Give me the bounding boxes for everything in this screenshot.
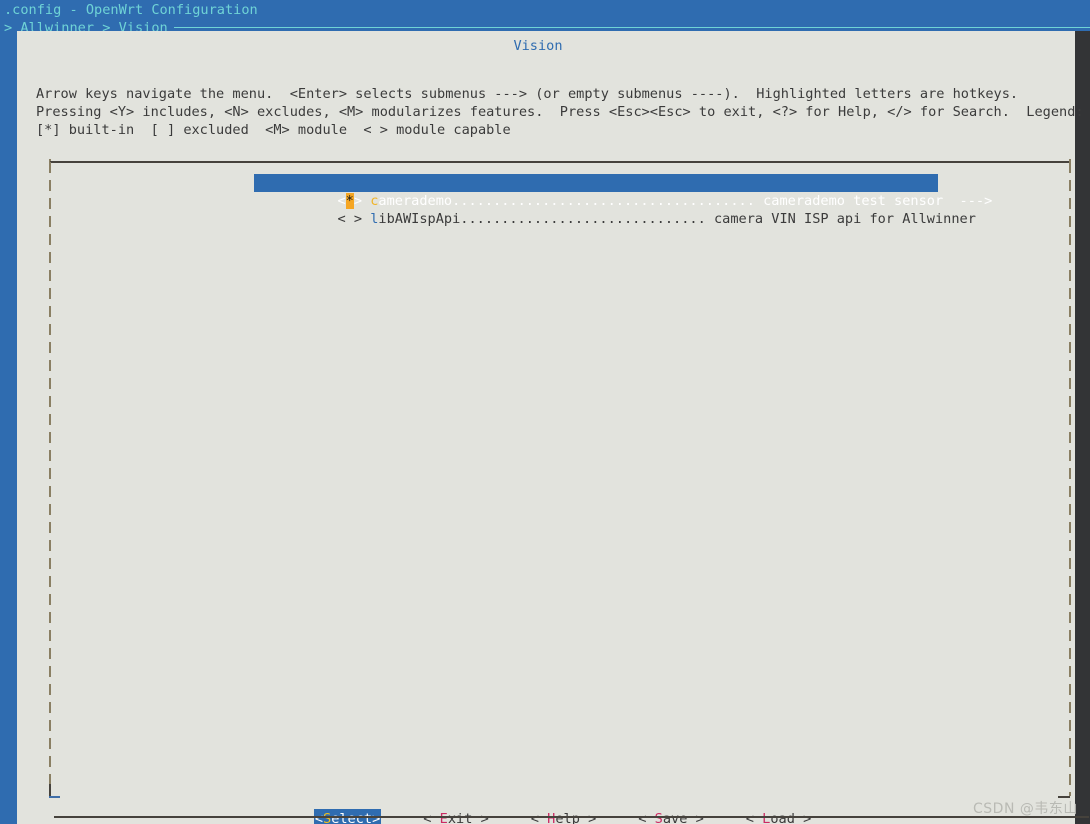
menu-item-gap — [362, 211, 370, 227]
frame-corner-bottom-right — [1058, 796, 1070, 798]
menu-list: <*> camerademo..........................… — [254, 174, 1054, 227]
menu-item-libawispapi[interactable]: < > libAWIspApi.........................… — [254, 192, 1054, 227]
menu-frame — [34, 156, 1071, 801]
help-line-3: [*] built-in [ ] excluded <M> module < >… — [36, 122, 511, 138]
menu-item-description: camera VIN ISP api for Allwinner — [713, 211, 976, 227]
action-button-bar: <Select>< Exit >< Help >< Save >< Load > — [17, 791, 1059, 824]
frame-top-edge — [50, 161, 1070, 163]
frame-corner-top-right — [1069, 159, 1071, 173]
menu-item-label: ibAWIspApi — [378, 211, 461, 227]
checkbox-open-bracket: < — [337, 211, 346, 227]
menu-item-gap2 — [706, 211, 714, 227]
menuconfig-screen: .config - OpenWrt Configuration > Allwin… — [0, 0, 1090, 824]
menu-item-camerademo[interactable]: <*> camerademo..........................… — [254, 174, 992, 209]
bottom-separator-rule — [54, 816, 1089, 818]
help-line-1: Arrow keys navigate the menu. <Enter> se… — [36, 86, 1019, 102]
frame-right-edge — [1069, 162, 1071, 796]
header-rule — [174, 27, 1090, 28]
help-line-2: Pressing <Y> includes, <N> excludes, <M>… — [36, 104, 1084, 120]
csdn-watermark: CSDN @韦东山 — [973, 801, 1078, 817]
menu-item-leader-dots: .............................. — [460, 211, 706, 227]
checkbox-close-bracket: > — [353, 211, 363, 227]
frame-left-edge — [49, 162, 51, 796]
dialog-title: Vision — [513, 38, 563, 54]
frame-corner-top-left — [49, 159, 51, 173]
config-title: .config - OpenWrt Configuration — [4, 2, 258, 18]
checkbox-mark[interactable] — [346, 211, 354, 227]
right-gutter — [1075, 31, 1090, 824]
dialog-window: Vision Arrow keys navigate the menu. <En… — [17, 31, 1089, 824]
